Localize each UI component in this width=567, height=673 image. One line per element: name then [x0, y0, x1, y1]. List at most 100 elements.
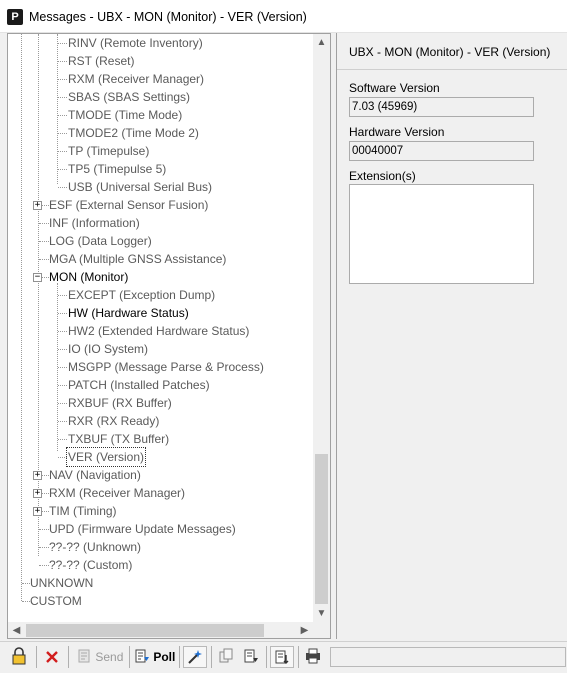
- tree-vertical-scrollbar[interactable]: ▲ ▼: [313, 34, 330, 622]
- software-version-field[interactable]: 7.03 (45969): [349, 97, 534, 117]
- tree-item-mon-rxbuf[interactable]: RXBUF (RX Buffer): [68, 394, 172, 412]
- status-field: [330, 647, 566, 667]
- message-detail-pane: UBX - MON (Monitor) - VER (Version) Soft…: [336, 33, 567, 639]
- save-to-file-icon: [275, 650, 289, 664]
- software-version-label: Software Version: [349, 81, 440, 95]
- window-title: Messages - UBX - MON (Monitor) - VER (Ve…: [29, 10, 307, 24]
- tree-item-custom[interactable]: CUSTOM: [30, 592, 82, 610]
- tree-item-mon-hw2[interactable]: HW2 (Extended Hardware Status): [68, 322, 249, 340]
- scroll-right-icon[interactable]: ▶: [296, 622, 313, 638]
- tree-connector: [39, 241, 49, 242]
- tree-connector: [22, 601, 30, 602]
- expand-esf-icon[interactable]: +: [33, 201, 42, 210]
- tree-item-mon-hw[interactable]: HW (Hardware Status): [68, 304, 189, 322]
- toolbar-separator: [179, 646, 180, 668]
- tree-connector: [58, 151, 67, 152]
- tree-item-mon-except[interactable]: EXCEPT (Exception Dump): [68, 286, 215, 304]
- send-button[interactable]: Send: [76, 646, 126, 668]
- tree-item-mon-ver[interactable]: VER (Version): [65, 447, 147, 467]
- tree-connector: [58, 97, 67, 98]
- scroll-up-icon[interactable]: ▲: [313, 34, 330, 51]
- tree-item-mon-patch[interactable]: PATCH (Installed Patches): [68, 376, 210, 394]
- bottom-toolbar: Send Poll: [0, 641, 567, 673]
- poll-button[interactable]: Poll: [134, 646, 176, 668]
- tree-item-cfg-tp5[interactable]: TP5 (Timepulse 5): [68, 160, 166, 178]
- tree-item-mon-msgpp[interactable]: MSGPP (Message Parse & Process): [68, 358, 264, 376]
- lock-button[interactable]: [10, 646, 30, 668]
- tree-connector: [58, 43, 67, 44]
- tree-item-cfg-tmode[interactable]: TMODE (Time Mode): [68, 106, 182, 124]
- panel-title: UBX - MON (Monitor) - VER (Version): [349, 45, 551, 59]
- tree-connector: [58, 367, 67, 368]
- tree-connector: [58, 295, 67, 296]
- copy-button[interactable]: [218, 646, 236, 668]
- tree-connector: [22, 583, 30, 584]
- extensions-label: Extension(s): [349, 169, 416, 183]
- tree-item-unknown[interactable]: UNKNOWN: [30, 574, 93, 592]
- tree-item-esf[interactable]: ESF (External Sensor Fusion): [49, 196, 208, 214]
- tree-item-tim[interactable]: TIM (Timing): [49, 502, 117, 520]
- message-tree-pane: RINV (Remote Inventory) RST (Reset) RXM …: [7, 33, 331, 639]
- tree-item-cfg-usb[interactable]: USB (Universal Serial Bus): [68, 178, 212, 196]
- export-button[interactable]: [304, 646, 324, 668]
- auto-poll-toggle[interactable]: [183, 646, 207, 668]
- tree-item-cfg-sbas[interactable]: SBAS (SBAS Settings): [68, 88, 190, 106]
- hardware-version-field[interactable]: 00040007: [349, 141, 534, 161]
- scroll-down-icon[interactable]: ▼: [313, 605, 330, 622]
- tree-item-custom-ubx[interactable]: ??-?? (Custom): [49, 556, 132, 574]
- tree-connector: [58, 133, 67, 134]
- tree-item-cfg-rxm[interactable]: RXM (Receiver Manager): [68, 70, 204, 88]
- scroll-left-icon[interactable]: ◀: [8, 622, 25, 638]
- tree-connector: [39, 259, 49, 260]
- tree-item-cfg-tmode2[interactable]: TMODE2 (Time Mode 2): [68, 124, 199, 142]
- tree-item-cfg-rinv[interactable]: RINV (Remote Inventory): [68, 34, 203, 52]
- printer-icon: [306, 648, 320, 664]
- load-button[interactable]: [243, 646, 261, 668]
- tree-horizontal-scrollbar[interactable]: ◀ ▶: [8, 622, 313, 638]
- tree-connector: [58, 313, 67, 314]
- tree-item-rxm[interactable]: RXM (Receiver Manager): [49, 484, 185, 502]
- expand-tim-icon[interactable]: +: [33, 507, 42, 516]
- tree-item-mon-io[interactable]: IO (IO System): [68, 340, 148, 358]
- tree-item-mga[interactable]: MGA (Multiple GNSS Assistance): [49, 250, 226, 268]
- scrollbar-corner: [313, 622, 330, 638]
- tree-connector: [58, 79, 67, 80]
- tree-connector: [39, 223, 49, 224]
- tree-connector: [58, 439, 67, 440]
- extensions-list[interactable]: [349, 184, 534, 284]
- expand-rxm-icon[interactable]: +: [33, 489, 42, 498]
- tree-item-mon-rxr[interactable]: RXR (RX Ready): [68, 412, 159, 430]
- tree-item-mon-txbuf[interactable]: TXBUF (TX Buffer): [68, 430, 169, 448]
- toolbar-separator: [36, 646, 37, 668]
- tree-item-unknown-ubx[interactable]: ??-?? (Unknown): [49, 538, 141, 556]
- collapse-mon-icon[interactable]: −: [33, 273, 42, 282]
- tree-item-nav[interactable]: NAV (Navigation): [49, 466, 141, 484]
- vertical-scroll-thumb[interactable]: [315, 454, 328, 604]
- tree-connector: [58, 385, 67, 386]
- tree-item-cfg-tp[interactable]: TP (Timepulse): [68, 142, 149, 160]
- tree-connector: [58, 403, 67, 404]
- horizontal-scroll-thumb[interactable]: [26, 624, 264, 637]
- expand-nav-icon[interactable]: +: [33, 471, 42, 480]
- save-button[interactable]: [270, 646, 294, 668]
- tree-item-mon[interactable]: MON (Monitor): [49, 268, 128, 286]
- tree-item-log[interactable]: LOG (Data Logger): [49, 232, 152, 250]
- tree-connector: [39, 565, 49, 566]
- tree-line-root: [21, 34, 22, 601]
- delete-button[interactable]: [44, 646, 60, 668]
- tree-connector: [39, 547, 49, 548]
- send-icon: [78, 649, 90, 663]
- title-bar: P Messages - UBX - MON (Monitor) - VER (…: [0, 0, 567, 33]
- toolbar-separator: [266, 646, 267, 668]
- send-label: Send: [95, 650, 124, 664]
- tree-item-inf[interactable]: INF (Information): [49, 214, 140, 232]
- tree-item-cfg-rst[interactable]: RST (Reset): [68, 52, 134, 70]
- toolbar-separator: [129, 646, 130, 668]
- tree-item-upd[interactable]: UPD (Firmware Update Messages): [49, 520, 236, 538]
- delete-x-icon: [46, 651, 58, 663]
- tree-connector: [58, 187, 67, 188]
- message-tree: RINV (Remote Inventory) RST (Reset) RXM …: [8, 34, 313, 622]
- panel-divider: [337, 69, 567, 70]
- tree-connector: [58, 349, 67, 350]
- tree-connector: [58, 61, 67, 62]
